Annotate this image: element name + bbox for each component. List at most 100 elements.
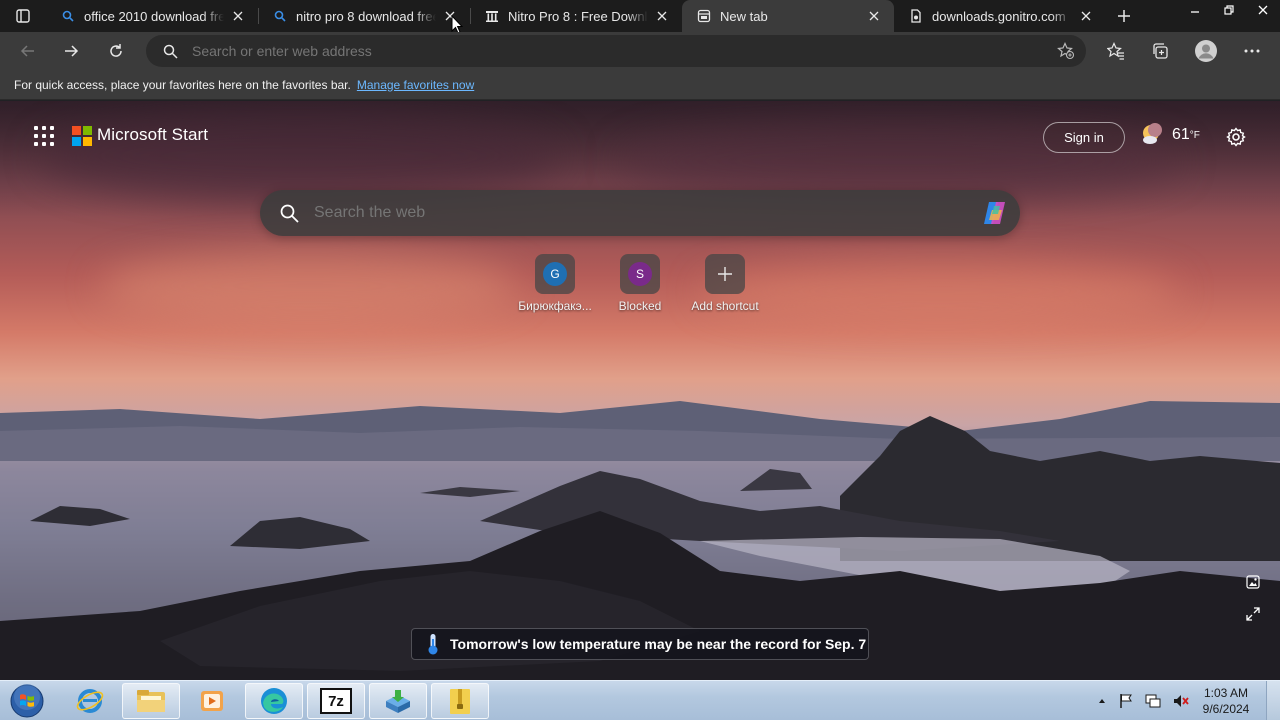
shortcut-letter: G: [543, 262, 567, 286]
star-add-icon: [1057, 42, 1075, 60]
plus-icon: [1118, 10, 1130, 22]
newtab-icon: [696, 8, 712, 24]
favorites-bar: For quick access, place your favorites h…: [0, 70, 1280, 100]
search-icon: [160, 41, 180, 61]
show-hidden-icons-icon[interactable]: [1098, 698, 1106, 704]
restore-button[interactable]: [1212, 0, 1246, 20]
add-favorite-button[interactable]: [1050, 37, 1082, 65]
expand-icon: [1246, 607, 1260, 621]
internet-explorer-icon: [76, 689, 104, 713]
clock-date: 9/6/2024: [1202, 702, 1250, 716]
tab-nitro-archive[interactable]: Nitro Pro 8 : Free Download: [470, 0, 682, 32]
gear-icon: [1226, 127, 1246, 147]
tab-title: nitro pro 8 download free a: [296, 8, 436, 24]
page-settings-button[interactable]: [1224, 125, 1248, 149]
image-icon: [1246, 575, 1260, 589]
edge-icon: [261, 688, 287, 714]
taskbar-media-player[interactable]: [183, 683, 241, 719]
window-controls: [1178, 0, 1280, 20]
new-tab-button[interactable]: [1106, 0, 1142, 32]
copilot-icon: [984, 202, 1005, 224]
close-icon[interactable]: [652, 6, 672, 26]
shortcut-tile[interactable]: S Blocked: [595, 254, 685, 313]
show-desktop-button[interactable]: [1266, 681, 1280, 720]
shortcut-icon-tile: G: [535, 254, 575, 294]
weather-widget[interactable]: 61 °F: [1140, 123, 1200, 147]
volume-muted-icon[interactable]: [1172, 693, 1190, 709]
shortcut-icon-tile: S: [620, 254, 660, 294]
weather-temperature: 61: [1172, 126, 1190, 143]
refresh-button[interactable]: [101, 37, 131, 65]
shortcut-label: Blocked: [618, 299, 662, 313]
shortcut-label: Бирюкфакэ...: [518, 299, 592, 313]
favorites-star-icon: [1107, 42, 1124, 60]
7zip-icon: 7z: [320, 688, 352, 714]
profile-button[interactable]: [1189, 36, 1223, 66]
news-headline-pill[interactable]: Tomorrow's low temperature may be near t…: [411, 628, 869, 660]
action-center-flag-icon[interactable]: [1118, 693, 1134, 709]
add-shortcut-button[interactable]: Add shortcut: [680, 254, 770, 313]
thermometer-icon: [428, 634, 438, 655]
taskbar-internet-explorer[interactable]: [61, 683, 119, 719]
manage-favorites-link[interactable]: Manage favorites now: [357, 78, 474, 92]
tab-nitro-search[interactable]: nitro pro 8 download free a: [258, 0, 470, 32]
tab-actions-button[interactable]: [0, 0, 46, 32]
collections-button[interactable]: [1143, 36, 1177, 66]
search-icon: [272, 8, 288, 24]
shortcut-tile[interactable]: G Бирюкфакэ...: [510, 254, 600, 313]
web-search-box[interactable]: [260, 190, 1020, 236]
more-icon: [1244, 49, 1260, 53]
address-bar[interactable]: [146, 35, 1086, 67]
system-tray: [1098, 681, 1190, 720]
restore-icon: [1224, 5, 1234, 15]
apps-launcher-button[interactable]: [34, 126, 54, 146]
tab-office-search[interactable]: office 2010 download free a: [46, 0, 258, 32]
microsoft-logo-icon: [72, 126, 92, 146]
document-icon: [908, 8, 924, 24]
shortcut-letter: S: [628, 262, 652, 286]
weather-moon-cloud-icon: [1143, 123, 1162, 144]
close-icon[interactable]: [228, 6, 248, 26]
shortcut-icon-tile: [705, 254, 745, 294]
settings-more-button[interactable]: [1235, 36, 1269, 66]
expand-button[interactable]: [1242, 603, 1264, 625]
taskbar-file-explorer[interactable]: [122, 683, 180, 719]
windows-start-icon: [10, 684, 44, 718]
tab-title: Nitro Pro 8 : Free Download: [508, 8, 648, 24]
taskbar-archive-folder[interactable]: [431, 683, 489, 719]
close-icon[interactable]: [1076, 6, 1096, 26]
windows-taskbar: 7z 1:03 AM 9/6/2024: [0, 680, 1280, 720]
avatar-icon: [1195, 40, 1217, 62]
tab-title: downloads.gonitro.com: [932, 8, 1066, 24]
window-close-button[interactable]: [1246, 0, 1280, 20]
minimize-button[interactable]: [1178, 0, 1212, 20]
network-icon[interactable]: [1144, 693, 1162, 709]
taskbar-7zip[interactable]: 7z: [307, 683, 365, 719]
tab-new-tab[interactable]: New tab: [682, 0, 894, 32]
copilot-button[interactable]: [978, 196, 1012, 230]
favorites-bar-message: For quick access, place your favorites h…: [14, 77, 351, 92]
forward-button[interactable]: [56, 37, 86, 65]
browser-toolbar: [0, 32, 1280, 70]
taskbar-clock[interactable]: 1:03 AM 9/6/2024: [1196, 685, 1256, 717]
web-search-input[interactable]: [314, 204, 978, 222]
back-button[interactable]: [13, 37, 43, 65]
close-icon: [1258, 5, 1268, 15]
sign-in-button[interactable]: Sign in: [1043, 122, 1125, 153]
favorites-button[interactable]: [1099, 36, 1133, 66]
installer-icon: [386, 690, 410, 713]
tab-strip: office 2010 download free a nitro pro 8 …: [0, 0, 1280, 32]
tab-gonitro-downloads[interactable]: downloads.gonitro.com: [894, 0, 1106, 32]
news-headline-text: Tomorrow's low temperature may be near t…: [450, 636, 867, 652]
start-button[interactable]: [8, 683, 46, 719]
new-tab-page: Microsoft Start Sign in 61°F G Бирюкфакэ…: [0, 101, 1280, 680]
address-input[interactable]: [192, 43, 1050, 59]
shortcut-label: Add shortcut: [691, 299, 759, 313]
file-explorer-icon: [137, 690, 165, 712]
brand-title[interactable]: Microsoft Start: [97, 125, 208, 145]
background-info-button[interactable]: [1242, 571, 1264, 593]
taskbar-edge[interactable]: [245, 683, 303, 719]
weather-unit: °F: [1189, 129, 1200, 141]
close-icon[interactable]: [864, 6, 884, 26]
taskbar-installer[interactable]: [369, 683, 427, 719]
